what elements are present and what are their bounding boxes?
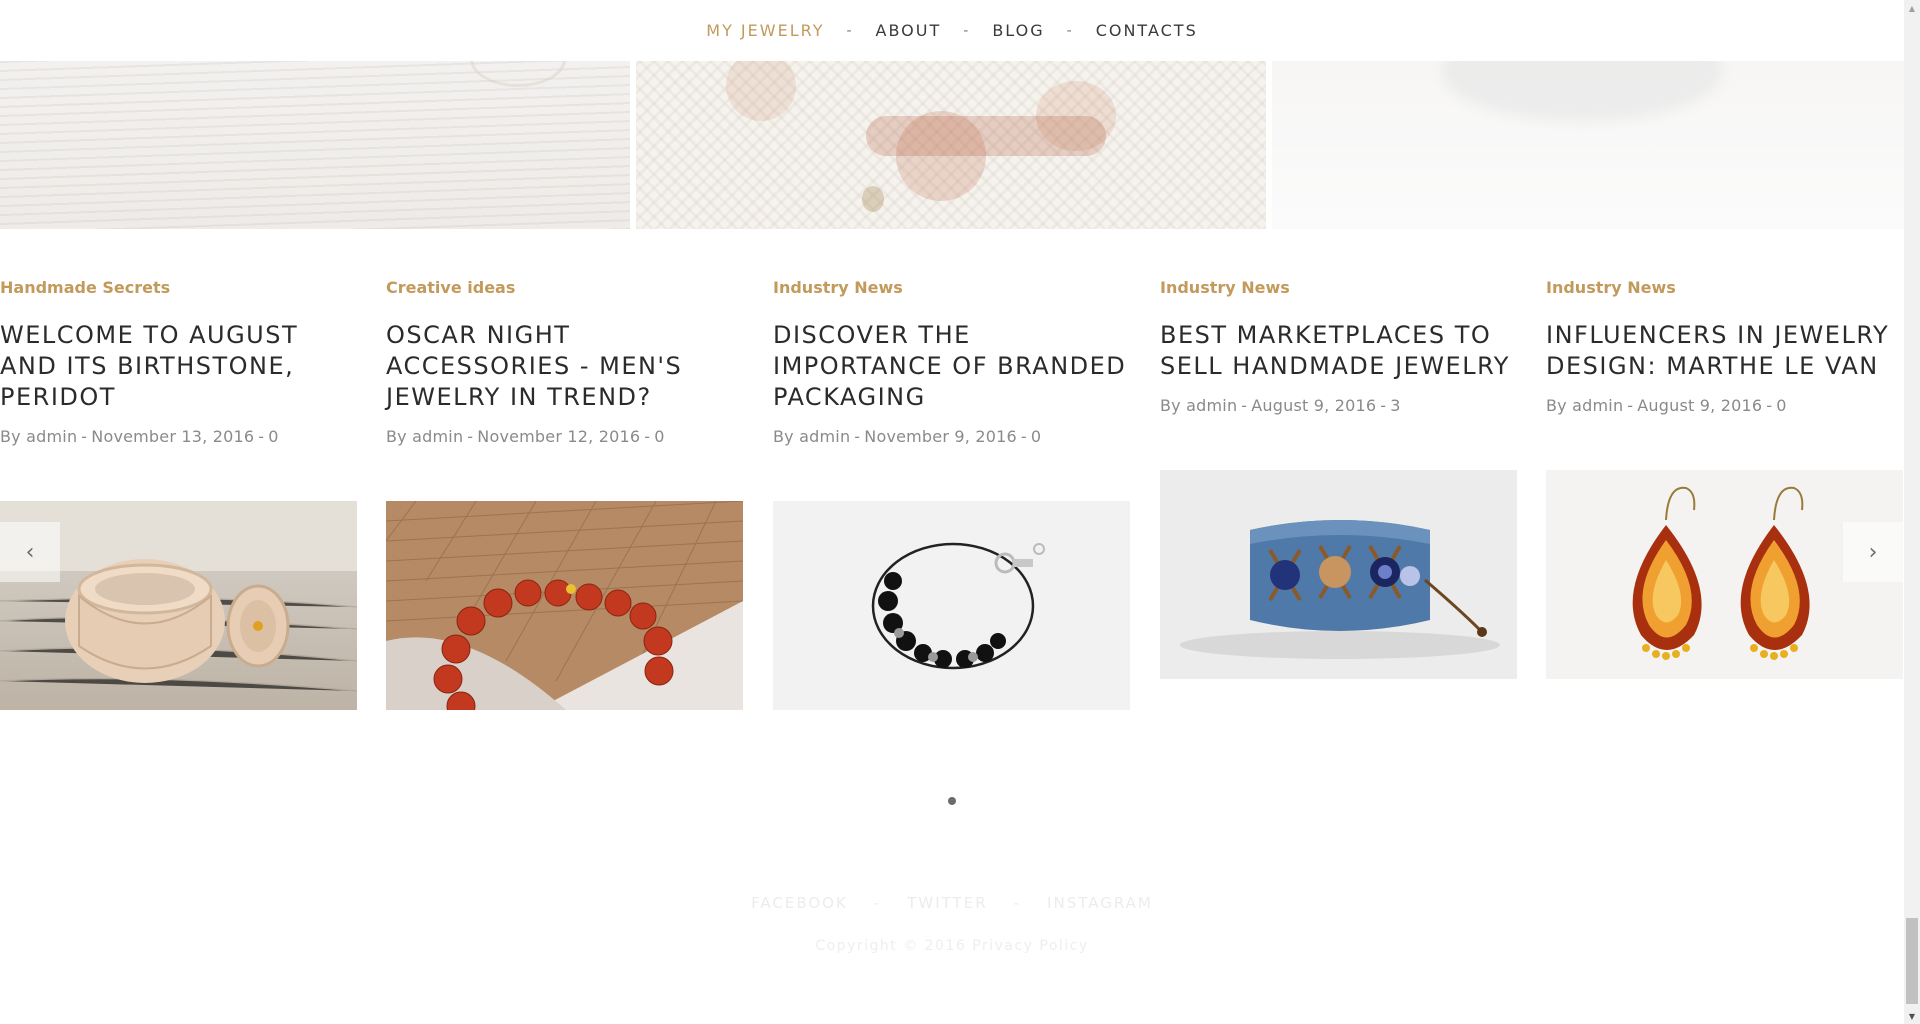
post-comments[interactable]: 0 (1031, 427, 1041, 446)
post-meta: By admin - November 13, 2016-0 (0, 427, 279, 446)
post-card: Handmade Secrets WELCOME TO AUGUST AND I… (0, 278, 357, 447)
meta-by: By (1160, 396, 1181, 415)
nav-separator: - (846, 22, 854, 39)
post-author[interactable]: admin (1186, 396, 1237, 415)
post-meta: By admin - August 9, 2016-3 (1160, 396, 1401, 415)
social-facebook-link[interactable]: FACEBOOK (751, 894, 848, 912)
social-separator: - (873, 894, 882, 912)
post-date[interactable]: November 13, 2016 (91, 427, 254, 446)
footer-social-links: FACEBOOK - TWITTER - INSTAGRAM (0, 894, 1904, 912)
meta-by: By (0, 427, 21, 446)
main-navigation: MY JEWELRY - ABOUT - BLOG - CONTACTS (0, 0, 1904, 61)
post-title[interactable]: WELCOME TO AUGUST AND ITS BIRTHSTONE, PE… (0, 320, 357, 413)
post-card: Industry News DISCOVER THE IMPORTANCE OF… (773, 278, 1130, 447)
meta-by: By (386, 427, 407, 446)
featured-image-wood[interactable] (0, 61, 630, 229)
footer-copyright: Copyright © 2016 Privacy Policy (0, 938, 1904, 954)
carousel-pagination-dot[interactable] (948, 797, 956, 805)
carousel-next-button[interactable]: › (1843, 522, 1903, 582)
post-category[interactable]: Creative ideas (386, 278, 743, 298)
nav-contacts[interactable]: CONTACTS (1096, 21, 1198, 40)
post-author[interactable]: admin (26, 427, 77, 446)
chevron-right-icon: › (1868, 539, 1878, 565)
post-comments[interactable]: 0 (1776, 396, 1786, 415)
post-card: Industry News BEST MARKETPLACES TO SELL … (1160, 278, 1517, 416)
post-author[interactable]: admin (1572, 396, 1623, 415)
post-date[interactable]: November 12, 2016 (477, 427, 640, 446)
chevron-left-icon: ‹ (25, 539, 35, 565)
post-title[interactable]: OSCAR NIGHT ACCESSORIES - MEN'S JEWELRY … (386, 320, 743, 413)
post-comments[interactable]: 0 (268, 427, 278, 446)
post-date[interactable]: November 9, 2016 (864, 427, 1017, 446)
post-thumbnail[interactable] (1160, 470, 1517, 679)
post-category[interactable]: Industry News (1160, 278, 1517, 298)
post-author[interactable]: admin (412, 427, 463, 446)
post-category[interactable]: Industry News (1546, 278, 1903, 298)
scroll-up-icon[interactable]: ▲ (1904, 0, 1920, 16)
page-scrollbar[interactable]: ▲ ▼ (1904, 0, 1920, 1024)
nav-my-jewelry[interactable]: MY JEWELRY (706, 21, 824, 40)
carousel-prev-button[interactable]: ‹ (0, 522, 60, 582)
social-instagram-link[interactable]: INSTAGRAM (1047, 894, 1153, 912)
post-category[interactable]: Industry News (773, 278, 1130, 298)
post-date[interactable]: August 9, 2016 (1637, 396, 1762, 415)
featured-image-white[interactable] (1272, 61, 1904, 229)
post-meta: By admin - August 9, 2016-0 (1546, 396, 1787, 415)
meta-by: By (773, 427, 794, 446)
nav-separator: - (963, 22, 971, 39)
post-comments[interactable]: 0 (654, 427, 664, 446)
nav-separator: - (1066, 22, 1074, 39)
featured-image-bracelet[interactable] (636, 61, 1266, 229)
post-author[interactable]: admin (799, 427, 850, 446)
post-meta: By admin - November 12, 2016-0 (386, 427, 665, 446)
post-card: Industry News INFLUENCERS IN JEWELRY DES… (1546, 278, 1903, 416)
post-meta: By admin - November 9, 2016-0 (773, 427, 1042, 446)
black-bead-bracelet-photo-icon (773, 501, 1130, 710)
scroll-down-icon[interactable]: ▼ (1904, 1008, 1920, 1024)
post-thumbnail[interactable] (386, 501, 743, 710)
post-title[interactable]: DISCOVER THE IMPORTANCE OF BRANDED PACKA… (773, 320, 1130, 413)
blue-leather-cuff-photo-icon (1160, 470, 1517, 679)
post-title[interactable]: BEST MARKETPLACES TO SELL HANDMADE JEWEL… (1160, 320, 1517, 382)
meta-by: By (1546, 396, 1567, 415)
nav-blog[interactable]: BLOG (992, 21, 1044, 40)
social-separator: - (1013, 894, 1022, 912)
privacy-policy-link[interactable]: Privacy Policy (972, 938, 1088, 954)
social-twitter-link[interactable]: TWITTER (907, 894, 987, 912)
red-bead-bracelet-photo-icon (386, 501, 743, 710)
featured-images-strip (0, 61, 1904, 229)
post-card: Creative ideas OSCAR NIGHT ACCESSORIES -… (386, 278, 743, 447)
post-date[interactable]: August 9, 2016 (1251, 396, 1376, 415)
post-title[interactable]: INFLUENCERS IN JEWELRY DESIGN: MARTHE LE… (1546, 320, 1903, 382)
post-category[interactable]: Handmade Secrets (0, 278, 357, 298)
scrollbar-thumb[interactable] (1906, 918, 1918, 1004)
post-thumbnail[interactable] (773, 501, 1130, 710)
post-comments[interactable]: 3 (1390, 396, 1400, 415)
nav-about[interactable]: ABOUT (876, 21, 942, 40)
copyright-text: Copyright © 2016 (815, 938, 967, 954)
